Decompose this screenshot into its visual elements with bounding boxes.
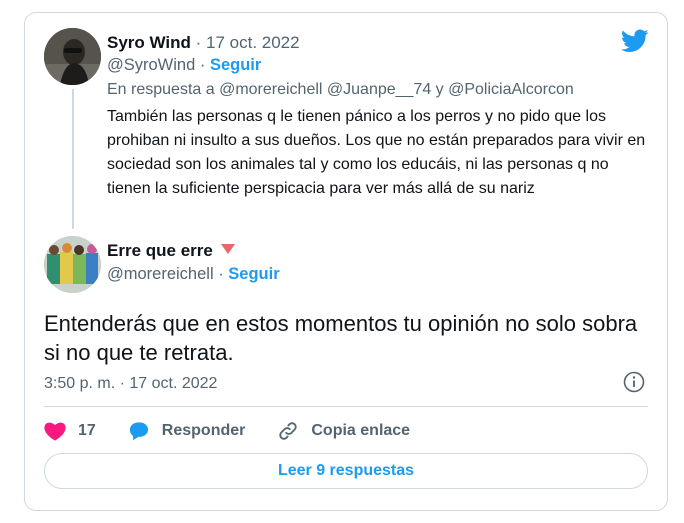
reply-button[interactable]: Responder xyxy=(128,421,246,441)
author-name[interactable]: Syro Wind xyxy=(107,33,191,52)
follow-button[interactable]: Seguir xyxy=(210,56,261,74)
thread-line xyxy=(72,89,74,229)
info-icon[interactable] xyxy=(623,371,645,393)
link-icon xyxy=(279,422,298,440)
tweet-card: Syro Wind · 17 oct. 2022 @SyroWind · Seg… xyxy=(24,12,668,511)
read-replies-button[interactable]: Leer 9 respuestas xyxy=(44,453,648,489)
author-handle[interactable]: @SyroWind xyxy=(107,56,195,74)
tweet-text: Entenderás que en estos momentos tu opin… xyxy=(44,311,638,365)
handle-line: @SyroWind · Seguir xyxy=(107,56,262,74)
copy-link-label: Copia enlace xyxy=(311,422,411,439)
tweet-actions: 17 Responder Copia enlace xyxy=(44,418,442,444)
like-count: 17 xyxy=(78,422,96,439)
tweet-date[interactable]: · 17 oct. 2022 xyxy=(191,33,300,52)
red-triangle-icon xyxy=(220,244,235,254)
reply-header: Syro Wind · 17 oct. 2022 xyxy=(107,33,300,53)
handle-line: @morereichell · Seguir xyxy=(107,265,280,283)
reply-bubble-icon xyxy=(129,422,148,441)
reply-to[interactable]: En respuesta a @morereichell @Juanpe__74… xyxy=(107,81,574,99)
reply-text: También las personas q le tienen pánico … xyxy=(107,108,646,197)
heart-icon xyxy=(44,422,66,441)
reply-label: Responder xyxy=(161,422,246,439)
author-name[interactable]: Erre que erre xyxy=(107,241,213,260)
author-name-row: Erre que erre xyxy=(107,241,235,261)
copy-link-button[interactable]: Copia enlace xyxy=(277,420,410,442)
follow-button[interactable]: Seguir xyxy=(228,265,279,283)
avatar[interactable] xyxy=(44,236,101,293)
twitter-bird-icon[interactable] xyxy=(621,29,649,53)
divider xyxy=(44,406,648,407)
tweet-timestamp[interactable]: 3:50 p. m. · 17 oct. 2022 xyxy=(44,375,217,393)
like-button[interactable]: 17 xyxy=(44,421,96,441)
author-handle[interactable]: @morereichell xyxy=(107,265,214,283)
avatar[interactable] xyxy=(44,28,101,85)
